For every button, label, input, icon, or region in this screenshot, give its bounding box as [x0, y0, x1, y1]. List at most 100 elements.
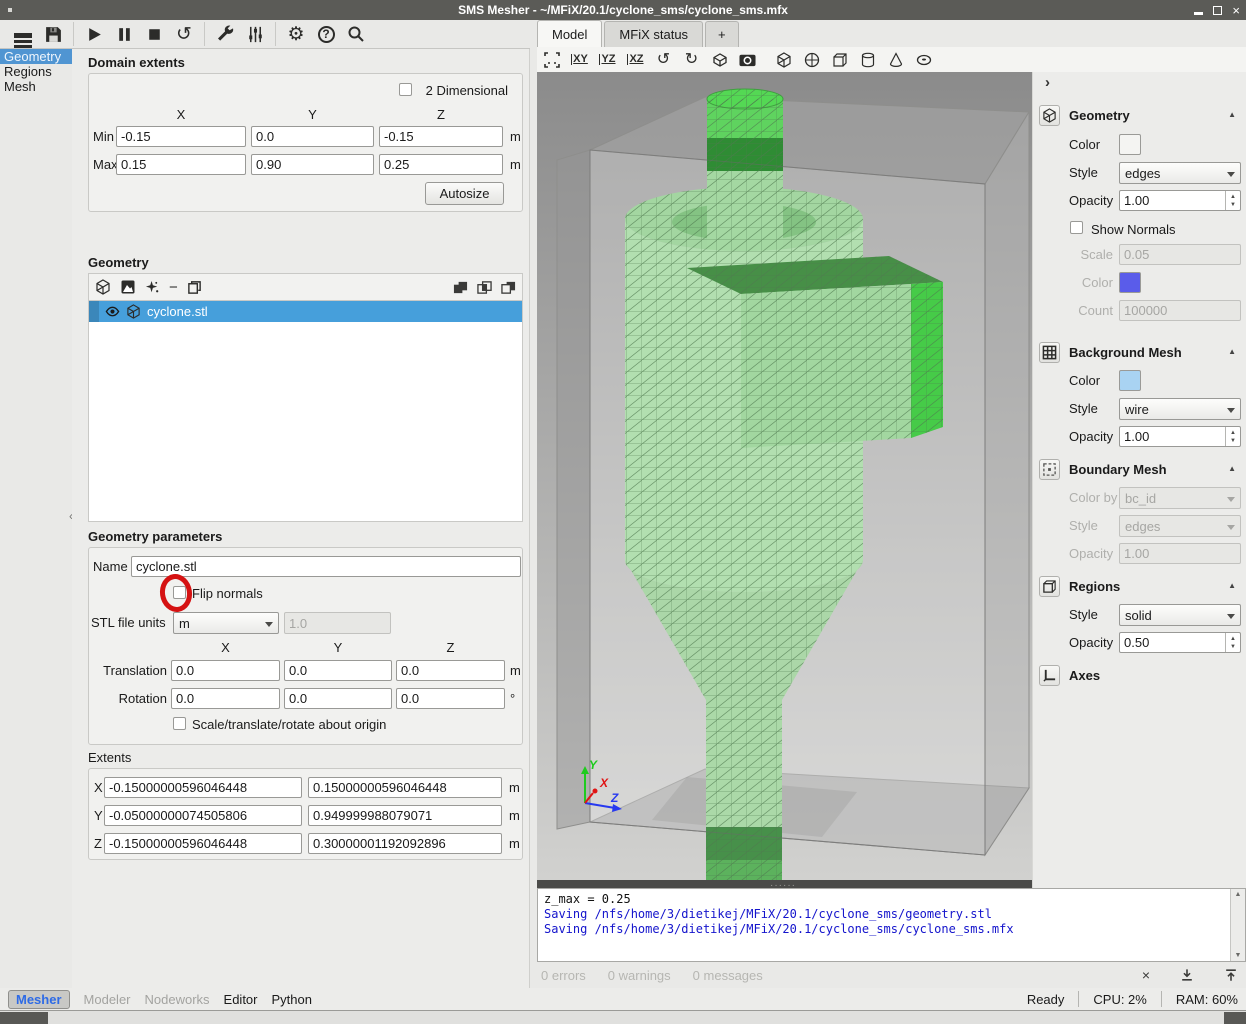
console-output[interactable]: z_max = 0.25 Saving /nfs/home/3/dietikej…: [537, 888, 1246, 962]
scroll-to-end-button[interactable]: [1180, 968, 1194, 982]
spin-down-icon[interactable]: ▼: [1230, 201, 1236, 209]
toggle-box-button[interactable]: [829, 49, 850, 70]
bg-mesh-color-swatch[interactable]: [1119, 370, 1141, 391]
toggle-cylinder-button[interactable]: [857, 49, 878, 70]
tab-add[interactable]: +: [705, 21, 739, 47]
spin-up-icon[interactable]: ▲: [1230, 635, 1236, 643]
stop-button[interactable]: [139, 21, 169, 47]
rotate-left-button[interactable]: ↺: [653, 49, 674, 70]
geometry-list-item[interactable]: cyclone.stl: [89, 301, 522, 322]
clear-console-button[interactable]: ×: [1142, 967, 1150, 983]
wizard-icon[interactable]: [145, 280, 160, 295]
console-line-link[interactable]: Saving /nfs/home/3/dietikej/MFiX/20.1/cy…: [544, 922, 1239, 937]
domain-max-y-input[interactable]: [251, 154, 374, 175]
geometry-display-header[interactable]: Geometry ▲: [1033, 105, 1246, 127]
bg-mesh-style-select[interactable]: wire: [1119, 398, 1241, 420]
rotate-right-button[interactable]: ↻: [681, 49, 702, 70]
extents-z-min-input[interactable]: [104, 833, 302, 854]
view-xy-button[interactable]: XY: [569, 49, 590, 70]
rotation-x-input[interactable]: [171, 688, 280, 709]
regions-opacity-spinbox[interactable]: 0.50▲▼: [1119, 632, 1241, 653]
maximize-button[interactable]: [1213, 6, 1222, 15]
pause-button[interactable]: [109, 21, 139, 47]
extents-x-max-input[interactable]: [308, 777, 502, 798]
settings-button[interactable]: ⚙: [281, 21, 311, 47]
mode-python-button[interactable]: Python: [272, 992, 312, 1007]
collapse-icon[interactable]: ▲: [1228, 110, 1236, 119]
domain-max-z-input[interactable]: [379, 154, 503, 175]
remove-geometry-icon[interactable]: −: [169, 279, 178, 296]
name-input[interactable]: [131, 556, 521, 577]
reset-view-button[interactable]: [541, 49, 562, 70]
axes-header[interactable]: Axes: [1033, 665, 1246, 687]
view-xz-button[interactable]: XZ: [625, 49, 646, 70]
toggle-cone-button[interactable]: [885, 49, 906, 70]
extents-x-min-input[interactable]: [104, 777, 302, 798]
autosize-button[interactable]: Autosize: [425, 182, 504, 205]
toggle-geometry-button[interactable]: [773, 49, 794, 70]
scroll-to-top-button[interactable]: [1224, 968, 1238, 982]
reset-button[interactable]: ↺: [169, 21, 199, 47]
mode-editor-button[interactable]: Editor: [224, 992, 258, 1007]
run-button[interactable]: [79, 21, 109, 47]
perspective-button[interactable]: [709, 49, 730, 70]
domain-min-z-input[interactable]: [379, 126, 503, 147]
viewport-3d[interactable]: Y Z X: [537, 72, 1032, 888]
spin-down-icon[interactable]: ▼: [1230, 437, 1236, 445]
domain-max-x-input[interactable]: [116, 154, 246, 175]
translation-y-input[interactable]: [284, 660, 392, 681]
stl-units-select[interactable]: m: [173, 612, 279, 634]
scroll-cap-right[interactable]: [1224, 1012, 1246, 1024]
boolean-subtract-icon[interactable]: [501, 280, 516, 295]
regions-display-header[interactable]: Regions ▲: [1033, 576, 1246, 598]
boundary-mesh-header[interactable]: Boundary Mesh ▲: [1033, 459, 1246, 481]
geometry-opacity-spinbox[interactable]: 1.00▲▼: [1119, 190, 1241, 211]
translation-x-input[interactable]: [171, 660, 280, 681]
console-line-link[interactable]: Saving /nfs/home/3/dietikej/MFiX/20.1/cy…: [544, 907, 1239, 922]
collapse-icon[interactable]: ▲: [1228, 581, 1236, 590]
filter-geometry-icon[interactable]: [120, 279, 136, 295]
save-button[interactable]: [38, 21, 68, 47]
toggle-sphere-button[interactable]: [801, 49, 822, 70]
spin-up-icon[interactable]: ▲: [1230, 429, 1236, 437]
geometry-color-swatch[interactable]: [1119, 134, 1141, 155]
screenshot-button[interactable]: [737, 49, 758, 70]
scroll-cap-left[interactable]: [0, 1012, 48, 1024]
view-yz-button[interactable]: YZ: [597, 49, 618, 70]
translation-z-input[interactable]: [396, 660, 505, 681]
tab-mfix-status[interactable]: MFiX status: [604, 21, 703, 47]
scroll-down-icon[interactable]: ▼: [1235, 952, 1242, 959]
help-button[interactable]: ?: [311, 21, 341, 47]
background-mesh-header[interactable]: Background Mesh ▲: [1033, 342, 1246, 364]
scroll-up-icon[interactable]: ▲: [1235, 891, 1242, 898]
build-button[interactable]: [210, 21, 240, 47]
two-dimensional-checkbox[interactable]: [399, 83, 412, 96]
copy-geometry-icon[interactable]: [187, 280, 202, 295]
domain-min-x-input[interactable]: [116, 126, 246, 147]
spin-down-icon[interactable]: ▼: [1230, 643, 1236, 651]
extents-z-max-input[interactable]: [308, 833, 502, 854]
about-origin-checkbox[interactable]: [173, 717, 186, 730]
geometry-style-select[interactable]: edges: [1119, 162, 1241, 184]
add-geometry-icon[interactable]: [95, 279, 111, 295]
minimize-button[interactable]: [1194, 12, 1203, 15]
tab-model[interactable]: Model: [537, 20, 602, 47]
search-button[interactable]: [341, 21, 371, 47]
toggle-torus-button[interactable]: [913, 49, 934, 70]
parameters-button[interactable]: [240, 21, 270, 47]
collapse-icon[interactable]: ▲: [1228, 464, 1236, 473]
domain-min-y-input[interactable]: [251, 126, 374, 147]
sidebar-item-geometry[interactable]: Geometry: [0, 49, 72, 64]
menu-button[interactable]: [8, 21, 38, 47]
boolean-union-icon[interactable]: [453, 280, 468, 295]
regions-style-select[interactable]: solid: [1119, 604, 1241, 626]
rotation-y-input[interactable]: [284, 688, 392, 709]
console-scrollbar[interactable]: ▲ ▼: [1230, 889, 1245, 961]
spin-up-icon[interactable]: ▲: [1230, 193, 1236, 201]
close-button[interactable]: ×: [1232, 4, 1240, 17]
show-normals-checkbox[interactable]: [1070, 221, 1083, 234]
sidebar-item-mesh[interactable]: Mesh: [0, 79, 72, 94]
rotation-z-input[interactable]: [396, 688, 505, 709]
extents-y-min-input[interactable]: [104, 805, 302, 826]
mode-mesher-button[interactable]: Mesher: [8, 990, 70, 1009]
